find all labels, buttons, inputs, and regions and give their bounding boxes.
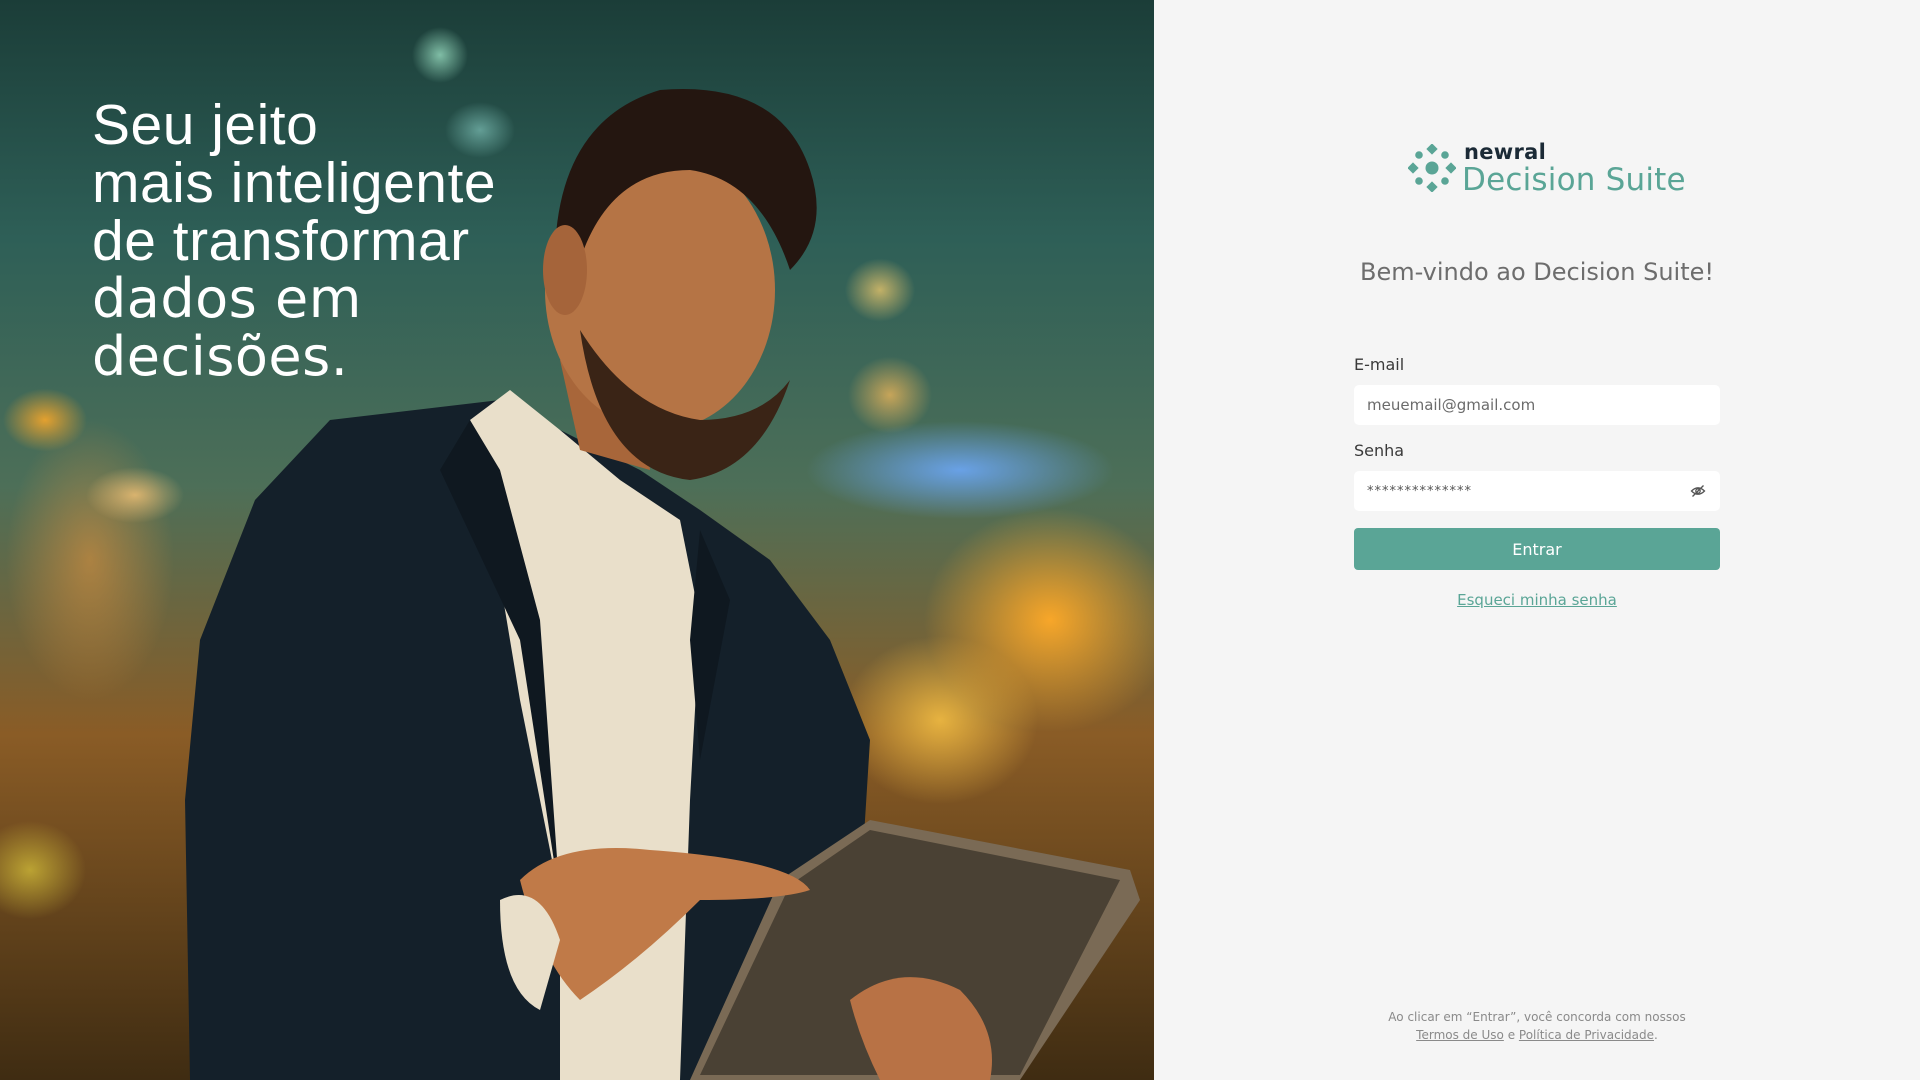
login-button[interactable]: Entrar	[1354, 528, 1720, 570]
legal-prefix: Ao clicar em “Entrar”, você concorda com…	[1388, 1010, 1686, 1024]
hero-line: mais inteligente	[92, 151, 497, 215]
forgot-password: Esqueci minha senha	[1154, 590, 1920, 609]
hero-line-emphasis: dados em	[92, 267, 362, 330]
legal-notice: Ao clicar em “Entrar”, você concorda com…	[1154, 1008, 1920, 1044]
eye-off-icon[interactable]	[1689, 482, 1707, 500]
hero-headline: Seu jeito mais inteligente de transforma…	[92, 96, 612, 386]
legal-links-line: Termos de Uso e Política de Privacidade.	[1154, 1026, 1920, 1044]
login-panel: newral Decision Suite Bem-vindo ao Decis…	[1154, 0, 1920, 1080]
hero-line: Seu jeito	[92, 93, 319, 157]
brand-name-top: newral	[1464, 140, 1547, 164]
hero-panel: Seu jeito mais inteligente de transforma…	[0, 0, 1154, 1080]
terms-link[interactable]: Termos de Uso	[1416, 1028, 1504, 1042]
email-label: E-mail	[1354, 355, 1405, 374]
password-field[interactable]: **************	[1354, 471, 1720, 511]
forgot-password-link[interactable]: Esqueci minha senha	[1457, 591, 1617, 609]
hero-line: de transformar	[92, 209, 470, 273]
password-value: **************	[1367, 483, 1472, 499]
password-label: Senha	[1354, 441, 1405, 460]
hero-line-emphasis: decisões.	[92, 325, 349, 388]
email-placeholder: meuemail@gmail.com	[1367, 396, 1536, 414]
legal-and: e	[1507, 1028, 1516, 1042]
brand-logo: newral Decision Suite	[1408, 140, 1698, 200]
privacy-link[interactable]: Política de Privacidade	[1519, 1028, 1654, 1042]
brand-name-bottom: Decision Suite	[1462, 162, 1686, 198]
welcome-heading: Bem-vindo ao Decision Suite!	[1360, 258, 1714, 286]
email-field[interactable]: meuemail@gmail.com	[1354, 385, 1720, 425]
legal-suffix: .	[1654, 1028, 1658, 1042]
dotted-circle-logo-icon	[1408, 144, 1456, 192]
